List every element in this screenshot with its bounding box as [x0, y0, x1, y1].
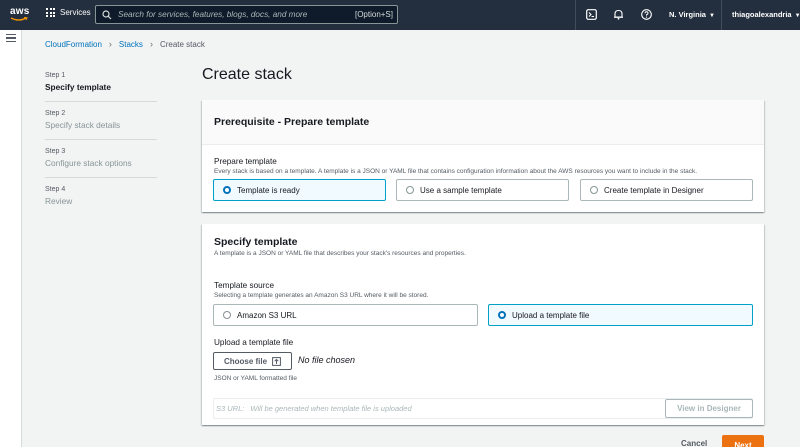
upload-hint: JSON or YAML formatted file [214, 375, 297, 382]
field-label: Upload a template file [214, 338, 294, 347]
option-sample-template[interactable]: Use a sample template [396, 179, 569, 201]
chevron-down-icon: ▼ [708, 13, 715, 19]
panel-heading: Prerequisite - Prepare template [214, 116, 370, 128]
chevron-right-icon: › [108, 39, 112, 49]
field-label: Template source [214, 281, 275, 290]
side-rail [0, 30, 22, 447]
bell-icon[interactable] [613, 9, 624, 20]
step-number: Step 2 [45, 110, 66, 117]
radio-icon [590, 186, 598, 194]
step-label: Review [45, 196, 73, 206]
option-designer[interactable]: Create template in Designer [580, 179, 753, 201]
cloudshell-icon[interactable] [586, 9, 597, 20]
step-3: Step 3 Configure stack options [45, 148, 157, 178]
prepare-template-field: Prepare template Every stack is based on… [214, 157, 697, 175]
panel-heading: Specify template [214, 236, 298, 248]
wizard-steps: Step 1 Specify template Step 2 Specify s… [45, 72, 157, 223]
choose-file-label: Choose file [223, 356, 268, 366]
step-4: Step 4 Review [45, 186, 157, 215]
search-placeholder: Search for services, features, blogs, do… [118, 10, 308, 19]
grid-icon [46, 8, 55, 17]
s3-url-label: S3 URL: [216, 404, 245, 413]
breadcrumb-cloudformation[interactable]: CloudFormation [45, 40, 102, 49]
panel-description: A template is a JSON or YAML file that d… [214, 250, 466, 257]
top-navigation: aws Services Search for services, featur… [0, 0, 800, 30]
view-in-designer-button[interactable]: View in Designer [665, 399, 753, 418]
search-input[interactable]: Search for services, features, blogs, do… [95, 5, 398, 24]
option-label: Use a sample template [420, 185, 502, 195]
account-label: thiagoalexandria [732, 10, 792, 19]
field-label: Prepare template [214, 157, 277, 166]
option-label: Create template in Designer [604, 185, 704, 195]
step-label: Specify stack details [45, 120, 121, 130]
chevron-right-icon: › [149, 39, 153, 49]
step-number: Step 4 [45, 186, 66, 193]
region-selector[interactable]: N. Virginia ▼ [669, 10, 715, 19]
radio-selected-icon [223, 186, 231, 194]
no-file-text: No file chosen [298, 355, 356, 365]
breadcrumb-stacks[interactable]: Stacks [119, 40, 143, 49]
choose-file-button[interactable]: Choose file [213, 352, 292, 370]
aws-smile-icon [10, 17, 28, 21]
account-menu[interactable]: thiagoalexandria ▼ [732, 10, 800, 19]
search-icon [102, 9, 112, 19]
option-label: Amazon S3 URL [237, 310, 297, 320]
step-label: Specify template [45, 82, 111, 92]
option-template-ready[interactable]: Template is ready [213, 179, 386, 201]
field-description: Every stack is based on a template. A te… [214, 168, 698, 175]
radio-icon [406, 186, 414, 194]
breadcrumb-current: Create stack [159, 39, 205, 49]
step-number: Step 1 [45, 72, 66, 79]
services-menu[interactable]: Services [46, 8, 91, 17]
option-s3-url[interactable]: Amazon S3 URL [213, 304, 478, 326]
region-label: N. Virginia [669, 10, 706, 19]
upload-field: Upload a template file [214, 338, 293, 347]
s3-url-value: Will be generated when template file is … [250, 404, 412, 413]
aws-logo-text: aws [10, 6, 30, 17]
aws-logo[interactable]: aws [10, 6, 32, 24]
step-number: Step 3 [45, 148, 66, 155]
panel-header: Prerequisite - Prepare template [202, 100, 764, 145]
cancel-button[interactable]: Cancel [681, 439, 707, 447]
search-shortcut: [Option+S] [354, 10, 393, 19]
radio-selected-icon [498, 311, 506, 319]
field-description: Selecting a template generates an Amazon… [214, 292, 429, 299]
upload-icon [272, 356, 281, 366]
option-label: Upload a template file [512, 310, 590, 320]
option-label: Template is ready [237, 185, 300, 195]
step-2: Step 2 Specify stack details [45, 110, 157, 140]
step-label: Configure stack options [45, 158, 132, 168]
panel-header: Specify template A template is a JSON or… [214, 236, 466, 257]
next-button[interactable]: Next [722, 435, 764, 447]
step-1: Step 1 Specify template [45, 72, 157, 102]
template-source-field: Template source Selecting a template gen… [214, 281, 428, 299]
menu-icon[interactable] [6, 34, 16, 42]
services-label: Services [60, 8, 91, 17]
radio-icon [223, 311, 231, 319]
breadcrumb: CloudFormation › Stacks › Create stack [45, 39, 205, 49]
page-title: Create stack [202, 66, 292, 83]
help-icon[interactable] [641, 9, 652, 20]
chevron-down-icon: ▼ [794, 13, 800, 19]
option-upload-file[interactable]: Upload a template file [488, 304, 753, 326]
